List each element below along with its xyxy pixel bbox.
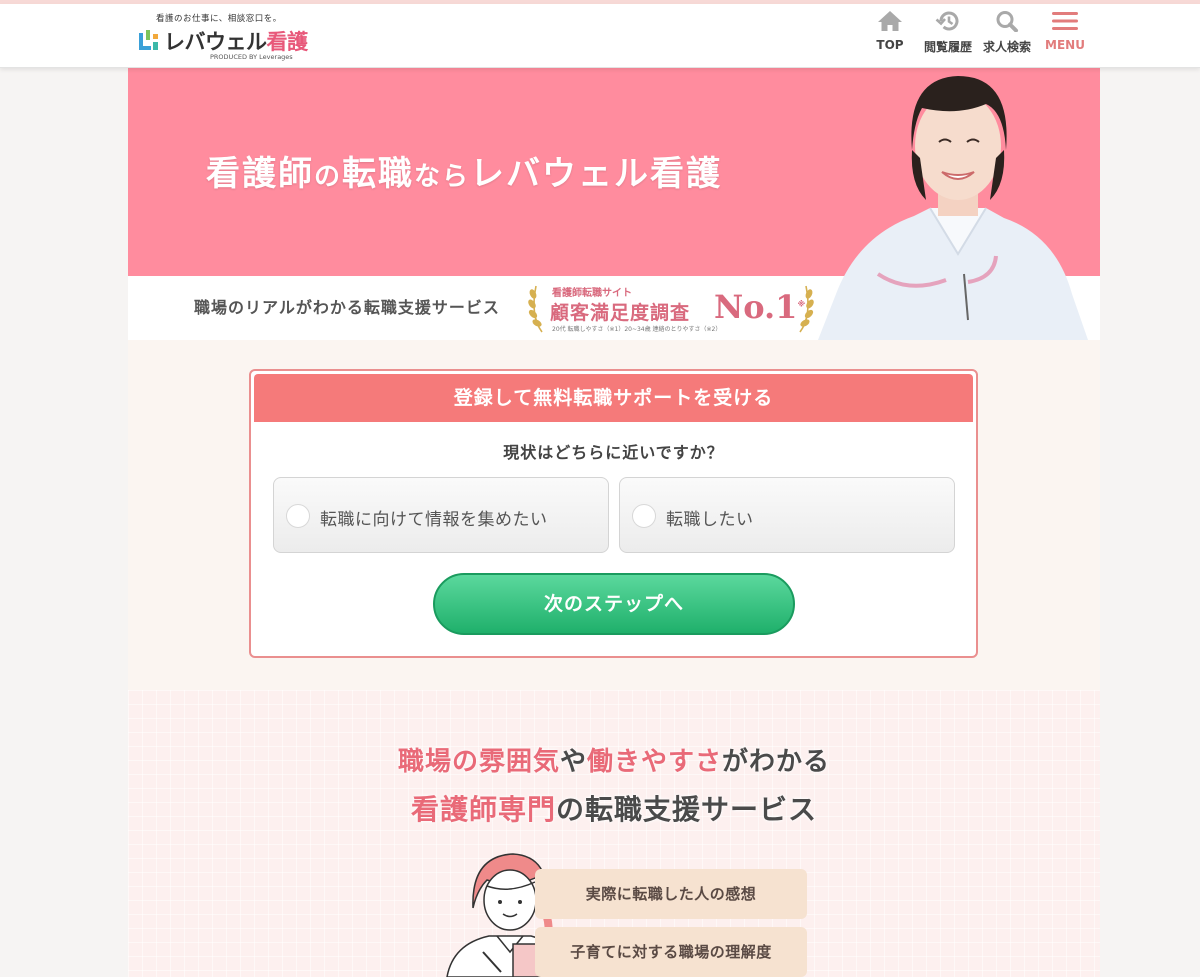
logo-produced-by: PRODUCED BY Leverages <box>210 53 293 61</box>
award-title: 顧客満足度調査 <box>550 302 691 324</box>
history-icon <box>935 11 959 31</box>
logo-name: レバウェル看護 <box>164 30 308 54</box>
features-heading-line1: 職場の雰囲気や働きやすさがわかる <box>397 747 831 777</box>
nav-search[interactable]: 求人検索 <box>978 10 1036 64</box>
hero-subtitle: 職場のリアルがわかる転職支援サービス <box>194 298 500 317</box>
nav-history-label: 閲覧履歴 <box>923 40 972 54</box>
hamburger-icon <box>1052 12 1078 30</box>
nav-history[interactable]: 閲覧履歴 <box>920 10 976 64</box>
laurel-left-icon <box>528 285 543 333</box>
registration-form-card: 登録して無料転職サポートを受ける 現状はどちらに近いですか？ 転職に向けて情報を… <box>249 369 978 658</box>
next-step-button[interactable]: 次のステップへ <box>433 573 795 635</box>
logo-tagline: 看護のお仕事に、相談窓口を。 <box>156 14 282 24</box>
option-want-job-change[interactable]: 転職したい <box>619 477 955 553</box>
logo-mark-icon <box>139 30 158 50</box>
form-header: 登録して無料転職サポートを受ける <box>254 374 973 422</box>
option-label: 転職したい <box>666 510 754 530</box>
nav-top-label: TOP <box>876 38 904 52</box>
radio-button[interactable] <box>286 504 310 528</box>
nav-top[interactable]: TOP <box>870 10 910 64</box>
nurse-photo <box>818 76 1088 340</box>
option-collect-info[interactable]: 転職に向けて情報を集めたい <box>273 477 609 553</box>
site-logo[interactable]: 看護のお仕事に、相談窓口を。 レバウェル看護 PRODUCED BY Lever… <box>136 12 308 66</box>
laurel-right-icon <box>799 285 814 333</box>
search-icon <box>996 11 1018 32</box>
nav-menu-label: MENU <box>1045 38 1085 52</box>
features-section: 職場の雰囲気や働きやすさがわかる 看護師専門の転職支援サービス 実際に転職した人… <box>128 690 1100 977</box>
feature-item: 子育てに対する職場の理解度 <box>535 927 807 977</box>
features-heading-line2: 看護師専門の転職支援サービス <box>410 793 818 826</box>
hero-banner: 看護師の転職ならレバウェル看護 職場のリアルがわかる転職支援サービス 看護師転職… <box>128 68 1100 340</box>
hero-title: 看護師の転職ならレバウェル看護 <box>206 154 723 194</box>
nav-search-label: 求人検索 <box>982 40 1031 54</box>
radio-button[interactable] <box>632 504 656 528</box>
home-icon <box>878 11 902 31</box>
award-badge: 看護師転職サイト 顧客満足度調査 No.1※ 20代 転職しやすさ（※1）20~… <box>526 278 818 338</box>
award-note: 20代 転職しやすさ（※1）20~34歳 連絡のとりやすさ（※2） <box>552 326 722 333</box>
award-rank: No.1※ <box>714 288 806 326</box>
award-caption: 看護師転職サイト <box>552 288 632 299</box>
feature-item: 実際に転職した人の感想 <box>535 869 807 919</box>
form-question: 現状はどちらに近いですか？ <box>503 443 724 462</box>
site-header: 看護のお仕事に、相談窓口を。 レバウェル看護 PRODUCED BY Lever… <box>0 4 1200 68</box>
option-label: 転職に向けて情報を集めたい <box>320 510 548 530</box>
nav-menu[interactable]: MENU <box>1040 10 1090 64</box>
